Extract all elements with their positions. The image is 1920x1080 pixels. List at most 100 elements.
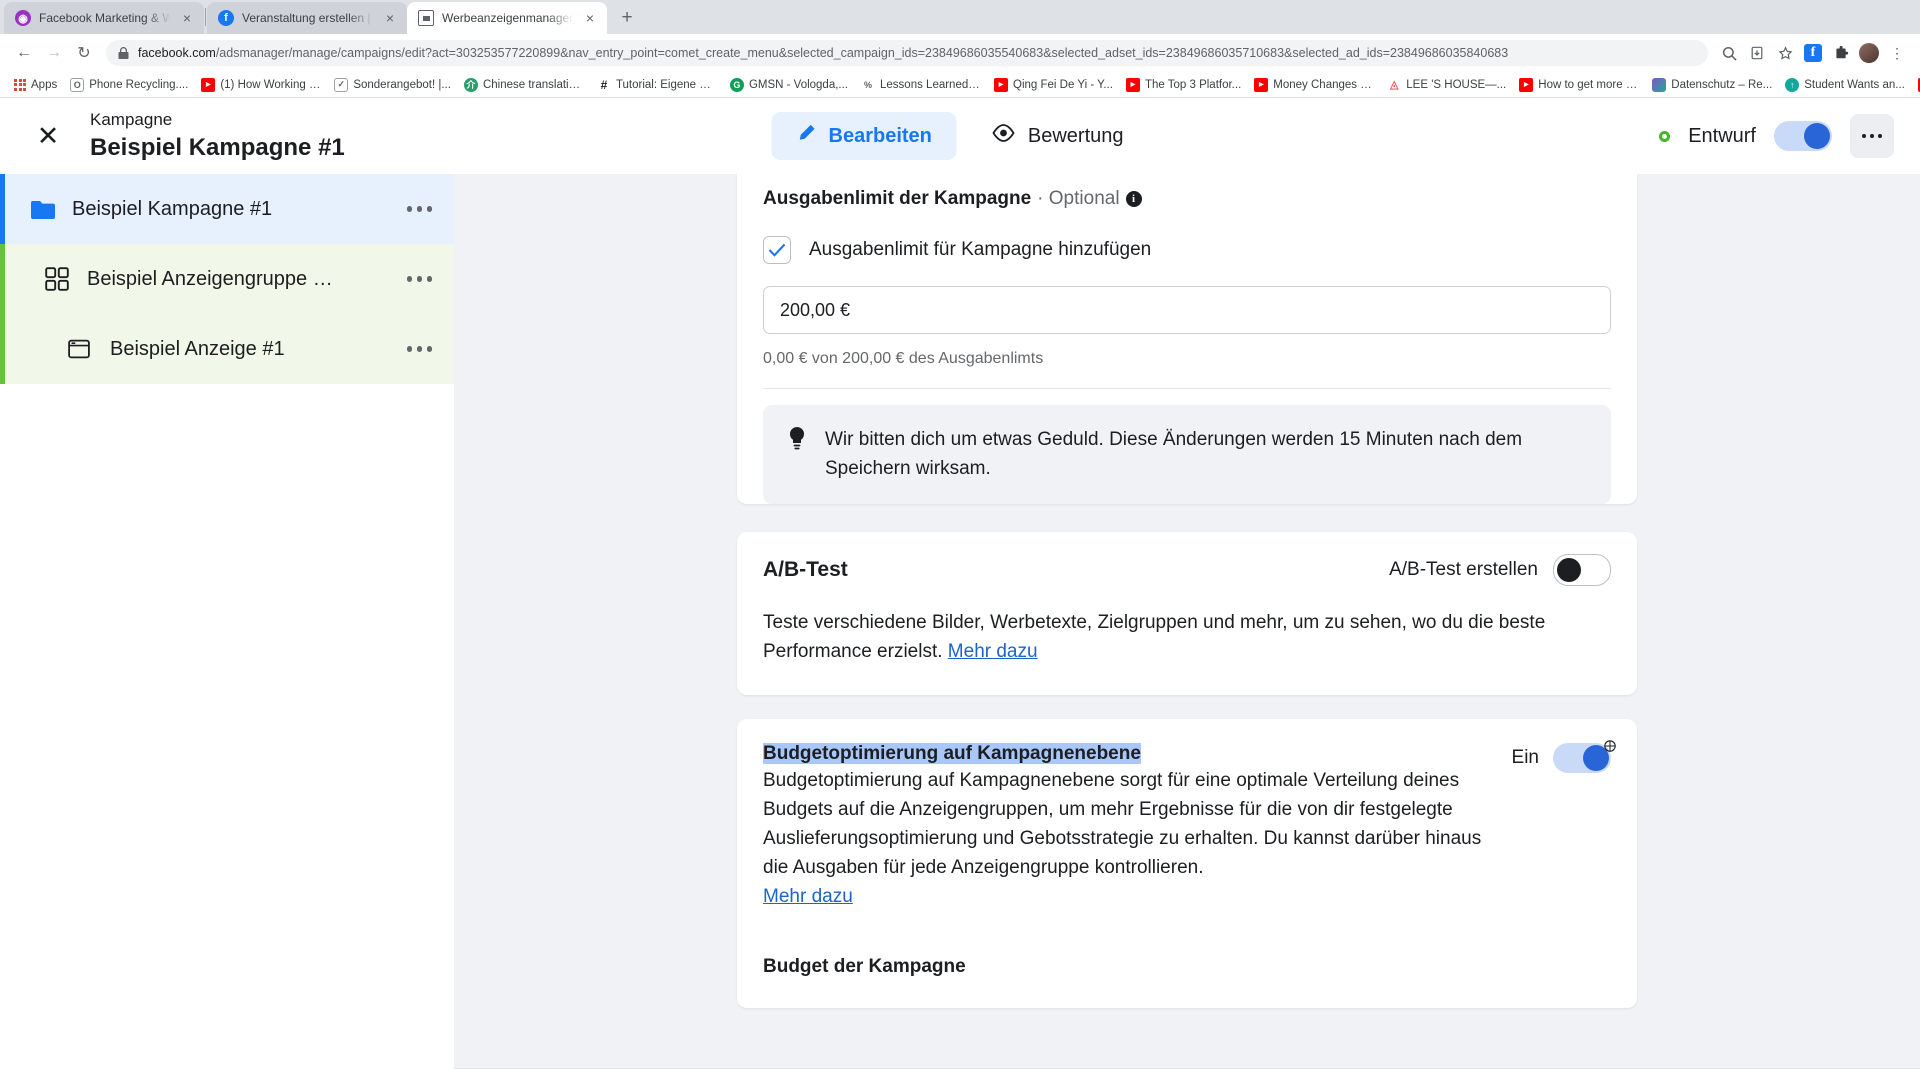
spend-limit-input[interactable]: 200,00 € <box>763 286 1611 334</box>
breadcrumb: Kampagne <box>90 110 173 130</box>
tab-title: Veranstaltung erstellen | Facebo <box>242 11 374 25</box>
install-icon[interactable] <box>1744 40 1770 66</box>
spend-limit-checkbox-label: Ausgabenlimit für Kampagne hinzufügen <box>809 239 1152 260</box>
bookmark-item[interactable]: 介 Chinese translatio... <box>458 76 590 94</box>
bookmark-label: Money Changes E... <box>1273 78 1375 91</box>
budget-optimization-title: Budgetoptimierung auf Kampagnenebene <box>763 742 1141 764</box>
forward-icon[interactable]: → <box>40 39 68 67</box>
new-tab-button[interactable]: + <box>613 4 641 32</box>
grid-squares-icon <box>45 267 77 291</box>
url-host: facebook.com <box>138 46 216 60</box>
sidebar-item-ad[interactable]: Beispiel Anzeige #1 <box>0 314 454 384</box>
ab-test-toggle-label: A/B-Test erstellen <box>1389 559 1538 580</box>
extensions-puzzle-icon[interactable] <box>1828 40 1854 66</box>
bookmark-item[interactable]: % Lessons Learned f... <box>855 76 987 94</box>
budget-optimization-toggle[interactable] <box>1553 740 1616 773</box>
bookmark-item[interactable]: Qing Fei De Yi - Y... <box>988 76 1119 94</box>
chrome-menu-icon[interactable]: ⋮ <box>1884 40 1910 66</box>
sidebar-item-campaign[interactable]: Beispiel Kampagne #1 <box>0 174 454 244</box>
row-menu-button[interactable] <box>406 206 432 212</box>
facebook-extension-icon[interactable]: f <box>1800 40 1826 66</box>
airbnb-icon: ◬ <box>1387 77 1402 92</box>
sidebar-item-label: Beispiel Kampagne #1 <box>72 197 273 220</box>
sidebar-item-label: Beispiel Anzeigengruppe … <box>87 267 333 290</box>
close-icon[interactable]: ✕ <box>26 114 70 158</box>
tab-bewertung[interactable]: Bewertung <box>967 113 1149 159</box>
app-header: ✕ Kampagne Beispiel Kampagne #1 Bearbeit… <box>0 98 1920 174</box>
budget-optimization-learn-more-link[interactable]: Mehr dazu <box>763 886 853 908</box>
youtube-icon <box>1254 77 1269 92</box>
bookmark-label: Qing Fei De Yi - Y... <box>1013 78 1113 91</box>
bookmark-label: Apps <box>31 78 58 91</box>
bookmark-item[interactable]: ◬ LEE 'S HOUSE—... <box>1381 76 1512 94</box>
photo-icon <box>1652 77 1667 92</box>
search-icon[interactable] <box>1716 40 1742 66</box>
ab-test-toggle[interactable] <box>1553 554 1611 586</box>
bookmark-item[interactable]: O Phone Recycling.... <box>64 76 194 94</box>
divider <box>205 8 206 26</box>
address-bar[interactable]: facebook.com/adsmanager/manage/campaigns… <box>106 40 1708 66</box>
green-circle-icon: 介 <box>463 77 478 92</box>
spend-limit-helper-text: 0,00 € von 200,00 € des Ausgabenlimts <box>763 350 1044 367</box>
percent-icon: % <box>861 77 876 92</box>
bookmark-item[interactable]: # Tutorial: Eigene Fa... <box>591 76 723 94</box>
circle-o-icon: O <box>70 77 85 92</box>
bookmark-label: GMSN - Vologda,... <box>748 78 849 91</box>
ab-test-card: A/B-Test A/B-Test erstellen Teste versch… <box>737 532 1637 695</box>
bookmark-item[interactable]: (2) How To Add A... <box>1912 76 1920 94</box>
bookmark-star-icon[interactable] <box>1772 40 1798 66</box>
tab-label: Bearbeiten <box>828 124 932 147</box>
teal-circle-icon: ↑ <box>1785 77 1800 92</box>
budget-optimization-header: Budgetoptimierung auf Kampagnenebene Bud… <box>763 719 1616 909</box>
browser-chrome: ◉ Facebook Marketing & Werbea × f Verans… <box>0 0 1920 98</box>
reload-icon[interactable]: ↻ <box>70 39 98 67</box>
green-badge-icon: G <box>729 77 744 92</box>
row-menu-button[interactable] <box>406 276 432 282</box>
bookmark-item[interactable]: G GMSN - Vologda,... <box>724 76 854 94</box>
info-icon[interactable]: i <box>1125 191 1142 207</box>
tab-bearbeiten[interactable]: Bearbeiten <box>771 112 957 160</box>
mouse-cursor-icon <box>1603 739 1617 753</box>
close-icon[interactable]: × <box>582 11 598 25</box>
browser-tab-2[interactable]: Werbeanzeigenmanager - Wer × <box>407 2 607 34</box>
bookmark-item[interactable]: How to get more v... <box>1513 76 1645 94</box>
back-icon[interactable]: ← <box>10 39 38 67</box>
bookmark-item[interactable]: The Top 3 Platfor... <box>1120 76 1247 94</box>
spend-limit-checkbox[interactable] <box>763 236 791 264</box>
tab-strip: ◉ Facebook Marketing & Werbea × f Verans… <box>0 0 1920 34</box>
ad-window-icon <box>68 338 100 360</box>
campaign-status-toggle[interactable] <box>1774 121 1832 151</box>
bookmark-label: LEE 'S HOUSE—... <box>1406 78 1507 91</box>
bookmark-item[interactable]: (1) How Working a... <box>195 76 327 94</box>
budget-optimization-toggle-label: Ein <box>1511 746 1539 768</box>
more-options-button[interactable] <box>1850 114 1894 158</box>
spend-limit-checkbox-row[interactable]: Ausgabenlimit für Kampagne hinzufügen <box>763 236 1611 264</box>
clock-check-icon: ✓ <box>334 77 349 92</box>
sidebar-item-adset[interactable]: Beispiel Anzeigengruppe … <box>0 244 454 314</box>
bookmark-apps[interactable]: Apps <box>8 77 63 93</box>
budget-optimization-card: Budgetoptimierung auf Kampagnenebene Bud… <box>737 718 1637 1009</box>
bookmarks-bar: Apps O Phone Recycling.... (1) How Workin… <box>0 72 1920 98</box>
close-icon[interactable]: × <box>382 11 398 25</box>
profile-avatar[interactable] <box>1856 40 1882 66</box>
bookmark-item[interactable]: Datenschutz – Re... <box>1646 76 1778 94</box>
folder-icon <box>30 199 62 220</box>
hash-icon: # <box>596 77 611 92</box>
main-content: Ausgabenlimit der Kampagne · Optional i … <box>454 174 1920 1068</box>
browser-tab-0[interactable]: ◉ Facebook Marketing & Werbea × <box>4 2 204 34</box>
row-menu-button[interactable] <box>406 346 432 352</box>
ab-test-toggle-group: A/B-Test erstellen <box>1389 554 1611 586</box>
ads-manager-icon <box>418 10 434 26</box>
ab-test-learn-more-link[interactable]: Mehr dazu <box>948 641 1038 662</box>
bookmark-label: Student Wants an... <box>1804 78 1905 91</box>
ab-test-title: A/B-Test <box>763 558 848 581</box>
browser-tab-1[interactable]: f Veranstaltung erstellen | Facebo × <box>207 2 407 34</box>
budget-optimization-description: Budgetoptimierung auf Kampagnenebene sor… <box>763 769 1482 878</box>
bookmark-item[interactable]: ↑ Student Wants an... <box>1779 76 1911 94</box>
bookmark-item[interactable]: ✓ Sonderangebot! |... <box>328 76 457 94</box>
close-icon[interactable]: × <box>179 11 195 25</box>
patience-notice-text: Wir bitten dich um etwas Geduld. Diese Ä… <box>825 429 1523 479</box>
header-tabs: Bearbeiten Bewertung <box>771 112 1149 160</box>
eye-icon <box>992 124 1016 148</box>
bookmark-item[interactable]: Money Changes E... <box>1248 76 1380 94</box>
